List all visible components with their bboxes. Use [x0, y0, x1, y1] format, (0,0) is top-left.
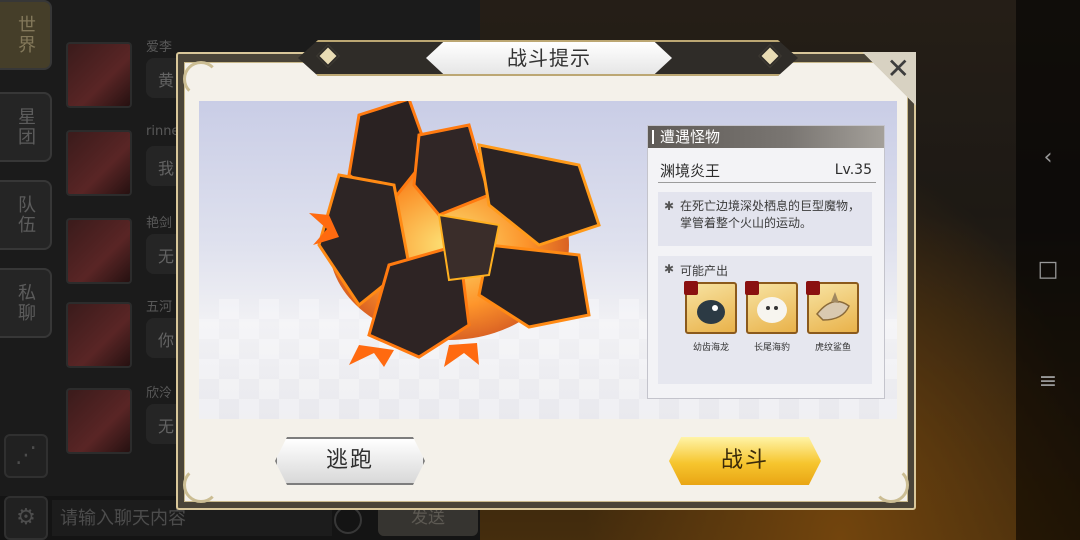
seal-icon[interactable] — [745, 281, 798, 334]
close-icon[interactable]: ✕ — [862, 52, 916, 106]
drop-item[interactable]: 虎纹鲨鱼 — [806, 281, 859, 353]
drops-title: 可能产出 — [680, 264, 729, 278]
monster-stage: 遭遇怪物 渊境炎王 Lv.35 ✱ 在死亡边境深处栖息的巨型魔物，掌管着整个火山… — [199, 101, 897, 419]
fight-button[interactable]: 战斗 — [669, 437, 821, 485]
rarity-badge-icon — [745, 281, 759, 295]
corner-ornament — [183, 467, 219, 503]
bullet-icon: ✱ — [664, 199, 675, 213]
monster-description-box: ✱ 在死亡边境深处栖息的巨型魔物，掌管着整个火山的运动。 — [658, 192, 872, 246]
rarity-badge-icon — [684, 281, 698, 295]
corner-ornament — [183, 61, 219, 97]
drop-name: 长尾海豹 — [753, 343, 790, 353]
drop-name: 幼齿海龙 — [692, 343, 729, 353]
corner-ornament — [873, 467, 909, 503]
drop-name: 虎纹鲨鱼 — [814, 343, 851, 353]
divider — [658, 182, 876, 183]
dialog-title: 战斗提示 — [426, 42, 672, 74]
monster-info-panel: 遭遇怪物 渊境炎王 Lv.35 ✱ 在死亡边境深处栖息的巨型魔物，掌管着整个火山… — [647, 125, 885, 399]
battle-dialog: 遭遇怪物 渊境炎王 Lv.35 ✱ 在死亡边境深处栖息的巨型魔物，掌管着整个火山… — [176, 40, 916, 510]
drop-item[interactable]: 长尾海豹 — [745, 281, 798, 353]
rarity-badge-icon — [806, 281, 820, 295]
monster-description: 在死亡边境深处栖息的巨型魔物，掌管着整个火山的运动。 — [680, 199, 861, 230]
monster-level: Lv.35 — [834, 162, 872, 178]
monster-name: 渊境炎王 — [660, 162, 721, 180]
drops-box: ✱ 可能产出 幼齿海龙 长尾海豹 虎纹鲨鱼 — [658, 256, 872, 384]
drop-item[interactable]: 幼齿海龙 — [684, 281, 737, 353]
monster-illustration — [309, 101, 601, 367]
dialog-body: 遭遇怪物 渊境炎王 Lv.35 ✱ 在死亡边境深处栖息的巨型魔物，掌管着整个火山… — [183, 61, 909, 503]
sea-dragon-icon[interactable] — [684, 281, 737, 334]
info-header: 遭遇怪物 — [648, 126, 884, 148]
escape-button[interactable]: 逃跑 — [275, 437, 425, 485]
bullet-icon: ✱ — [664, 262, 675, 276]
shark-icon[interactable] — [806, 281, 859, 334]
